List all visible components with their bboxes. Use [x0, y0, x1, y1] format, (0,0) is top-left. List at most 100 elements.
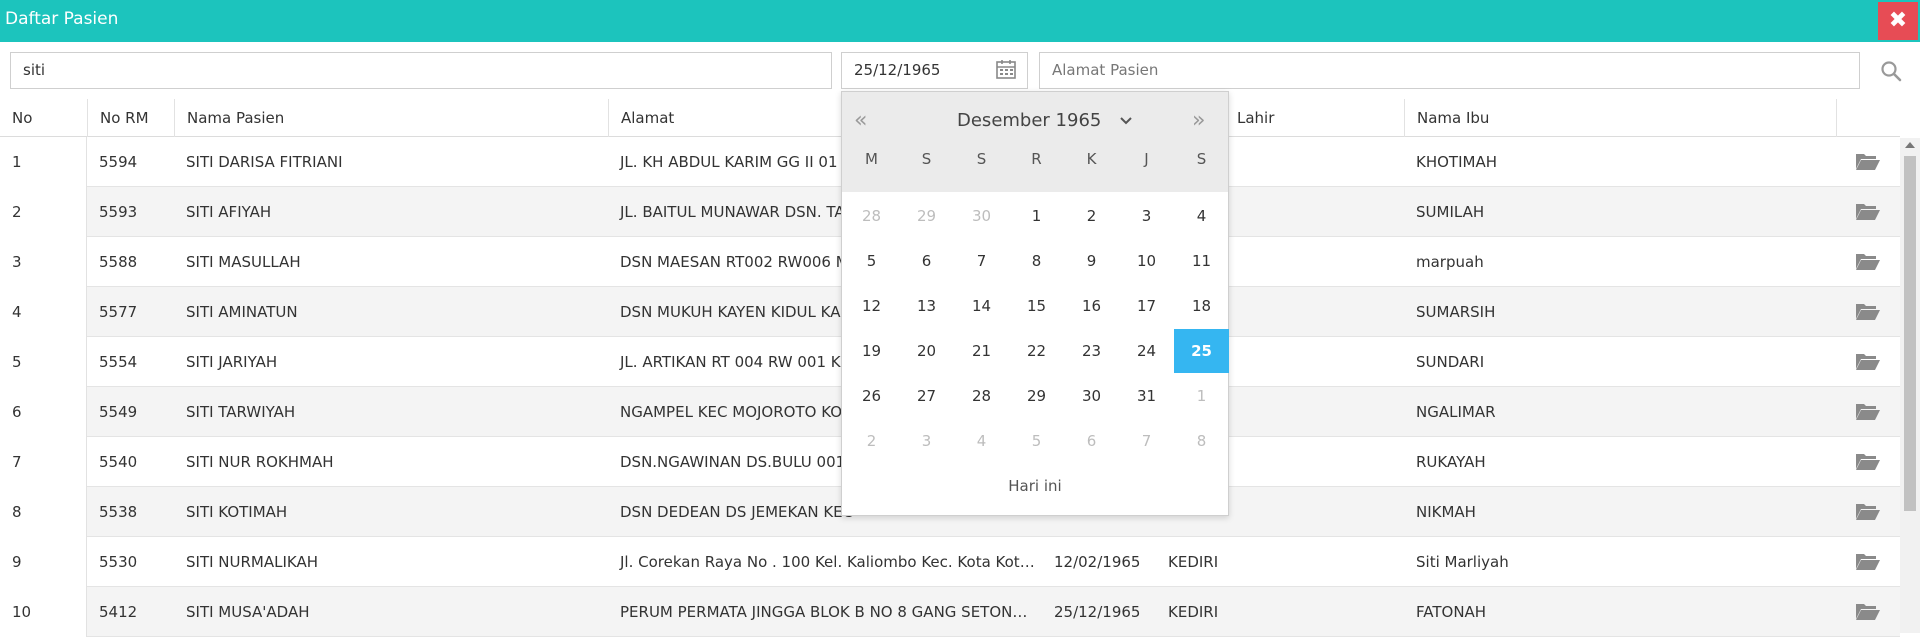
- open-folder-icon[interactable]: [1855, 151, 1881, 171]
- previous-month-icon[interactable]: «: [854, 108, 867, 133]
- calendar-day[interactable]: 7: [1119, 419, 1174, 463]
- row-no: 4: [0, 287, 87, 337]
- open-folder-icon[interactable]: [1855, 451, 1881, 471]
- calendar-day[interactable]: 30: [954, 194, 1009, 238]
- calendar-day[interactable]: 28: [844, 194, 899, 238]
- calendar-day[interactable]: 10: [1119, 239, 1174, 283]
- address-search-input[interactable]: Alamat Pasien: [1039, 52, 1860, 89]
- chevron-down-icon: [1120, 117, 1132, 125]
- calendar-day[interactable]: 18: [1174, 284, 1229, 328]
- calendar-day[interactable]: 6: [1064, 419, 1119, 463]
- calendar-day[interactable]: 8: [1174, 419, 1229, 463]
- row-no: 10: [0, 587, 87, 637]
- row-no: 5: [0, 337, 87, 387]
- titlebar: Daftar Pasien ✖: [0, 0, 1920, 42]
- calendar-day[interactable]: 2: [844, 419, 899, 463]
- calendar-day[interactable]: 4: [1174, 194, 1229, 238]
- open-folder-icon[interactable]: [1855, 501, 1881, 521]
- calendar-day[interactable]: 14: [954, 284, 1009, 328]
- name-search-input[interactable]: siti: [10, 52, 832, 89]
- row-no: 9: [0, 537, 87, 587]
- calendar-day[interactable]: 4: [954, 419, 1009, 463]
- table-row[interactable]: 9 5530 SITI NURMALIKAH Jl. Corekan Raya No …: [0, 537, 1900, 587]
- calendar-day[interactable]: 9: [1064, 239, 1119, 283]
- next-month-icon[interactable]: »: [1192, 108, 1205, 133]
- weekday-label: S: [921, 150, 932, 168]
- calendar-day[interactable]: 5: [1009, 419, 1064, 463]
- table-row[interactable]: 10 5412 SITI MUSA'ADAH PERUM PERMATA JINGGA…: [0, 587, 1900, 637]
- calendar-day[interactable]: 12: [844, 284, 899, 328]
- search-icon[interactable]: [1880, 60, 1902, 82]
- calendar-day[interactable]: 31: [1119, 374, 1174, 418]
- calendar-day[interactable]: 15: [1009, 284, 1064, 328]
- row-nama-ibu: SUMARSIH: [1416, 303, 1496, 321]
- open-folder-icon[interactable]: [1855, 401, 1881, 421]
- calendar-day[interactable]: 16: [1064, 284, 1119, 328]
- row-nama-ibu: NGALIMAR: [1416, 403, 1496, 421]
- row-nama-ibu: marpuah: [1416, 253, 1484, 271]
- calendar-day[interactable]: 29: [899, 194, 954, 238]
- calendar-day[interactable]: 28: [954, 374, 1009, 418]
- window-title: Daftar Pasien: [5, 9, 119, 29]
- calendar-day[interactable]: 2: [1064, 194, 1119, 238]
- calendar-day[interactable]: 17: [1119, 284, 1174, 328]
- calendar-day[interactable]: 20: [899, 329, 954, 373]
- selected-day[interactable]: 25: [1174, 329, 1229, 373]
- row-no: 3: [0, 237, 87, 287]
- weekday-label: J: [1144, 150, 1149, 168]
- open-folder-icon[interactable]: [1855, 251, 1881, 271]
- row-nama-pasien: SITI NUR ROKHMAH: [186, 453, 334, 471]
- row-kota: KEDIRI: [1168, 603, 1219, 621]
- datepicker: « Desember 1965 » M S S R K J S 28 29 30 1 2 3 4 5 6 7 8 9…: [841, 91, 1229, 516]
- today-button[interactable]: Hari ini: [842, 477, 1228, 495]
- row-nama-pasien: SITI MUSA'ADAH: [186, 603, 310, 621]
- calendar-day[interactable]: 26: [844, 374, 899, 418]
- calendar-day[interactable]: 24: [1119, 329, 1174, 373]
- calendar-day[interactable]: 1: [1174, 374, 1229, 418]
- calendar-day[interactable]: 6: [899, 239, 954, 283]
- close-button[interactable]: ✖: [1878, 2, 1918, 40]
- header-no: No: [12, 109, 33, 127]
- datepicker-header: « Desember 1965 »: [842, 92, 1228, 192]
- row-no-rm: 5577: [99, 303, 138, 321]
- calendar-icon[interactable]: [995, 58, 1017, 80]
- scrollbar[interactable]: [1900, 138, 1920, 633]
- month-select[interactable]: Desember 1965: [957, 110, 1133, 131]
- header-action: [1836, 99, 1900, 137]
- open-folder-icon[interactable]: [1855, 551, 1881, 571]
- header-nama-pasien: Nama Pasien: [174, 99, 608, 137]
- calendar-day[interactable]: 1: [1009, 194, 1064, 238]
- weekday-label: R: [1031, 150, 1042, 168]
- calendar-day[interactable]: 29: [1009, 374, 1064, 418]
- header-nama-ibu: Nama Ibu: [1404, 99, 1836, 137]
- row-no-rm: 5540: [99, 453, 138, 471]
- calendar-day[interactable]: 11: [1174, 239, 1229, 283]
- calendar-day[interactable]: 13: [899, 284, 954, 328]
- calendar-day[interactable]: 8: [1009, 239, 1064, 283]
- calendar-day[interactable]: 7: [954, 239, 1009, 283]
- row-nama-pasien: SITI MASULLAH: [186, 253, 301, 271]
- calendar-day[interactable]: 23: [1064, 329, 1119, 373]
- open-folder-icon[interactable]: [1855, 201, 1881, 221]
- row-no-rm: 5594: [99, 153, 138, 171]
- row-nama-ibu: RUKAYAH: [1416, 453, 1486, 471]
- row-no-rm: 5593: [99, 203, 138, 221]
- calendar-day[interactable]: 30: [1064, 374, 1119, 418]
- calendar-day[interactable]: 22: [1009, 329, 1064, 373]
- open-folder-icon[interactable]: [1855, 351, 1881, 371]
- calendar-day[interactable]: 19: [844, 329, 899, 373]
- calendar-day[interactable]: 3: [1119, 194, 1174, 238]
- scrollbar-thumb[interactable]: [1904, 156, 1916, 511]
- row-tanggal-lahir: 12/02/1965: [1054, 553, 1141, 571]
- calendar-day[interactable]: 5: [844, 239, 899, 283]
- open-folder-icon[interactable]: [1855, 301, 1881, 321]
- open-folder-icon[interactable]: [1855, 601, 1881, 621]
- calendar-day[interactable]: 3: [899, 419, 954, 463]
- header-no-rm: No RM: [87, 99, 174, 137]
- calendar-day[interactable]: 21: [954, 329, 1009, 373]
- row-nama-pasien: SITI JARIYAH: [186, 353, 278, 371]
- row-nama-ibu: SUMILAH: [1416, 203, 1485, 221]
- calendar-day[interactable]: 27: [899, 374, 954, 418]
- scroll-up-arrow[interactable]: [1905, 142, 1915, 148]
- row-nama-ibu: KHOTIMAH: [1416, 153, 1497, 171]
